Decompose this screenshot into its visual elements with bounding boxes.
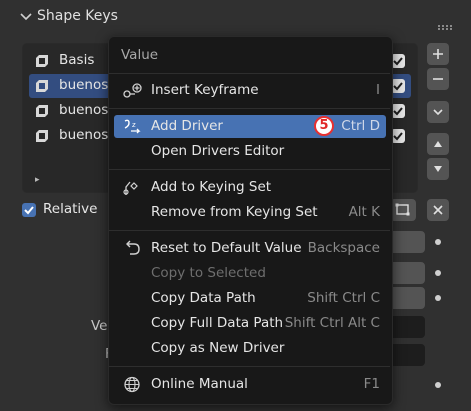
menu-item-shortcut: Alt K [348, 204, 380, 220]
menu-item-label: Remove from Keying Set [151, 204, 318, 220]
menu-item-label: Insert Keyframe [151, 82, 259, 98]
shape-key-icon [35, 104, 49, 118]
menu-item-copy-data-path[interactable]: Copy Data Path Shift Ctrl C [114, 287, 386, 310]
menu-item-label: Copy Data Path [151, 290, 256, 306]
menu-item-shortcut: F1 [363, 376, 380, 392]
menu-separator [109, 366, 390, 367]
shape-key-enabled-checkbox[interactable] [391, 129, 405, 143]
menu-item-label: Copy as New Driver [151, 340, 285, 356]
menu-separator [109, 169, 390, 170]
menu-item-shortcut: Shift Ctrl C [307, 290, 380, 306]
move-up-button[interactable] [427, 133, 449, 155]
menu-item-copy-full-data-path[interactable]: Copy Full Data Path Shift Ctrl Alt C [114, 312, 386, 335]
list-expand-toggle[interactable]: ▸ [35, 175, 40, 185]
reset-icon [122, 240, 142, 257]
menu-item-label: Open Drivers Editor [151, 143, 285, 159]
menu-item-remove-from-keying-set[interactable]: Remove from Keying Set Alt K [114, 201, 386, 224]
shape-key-enabled-checkbox[interactable] [391, 104, 405, 118]
globe-icon [122, 376, 142, 393]
keyframe-dot-icon[interactable] [435, 382, 441, 388]
menu-item-shortcut: I [376, 82, 380, 98]
shape-key-icon [35, 129, 49, 143]
menu-separator [109, 230, 390, 231]
chevron-down-icon [433, 109, 443, 116]
edit-mode-icon [395, 203, 410, 216]
shape-key-icon [35, 54, 49, 68]
menu-item-insert-keyframe[interactable]: Insert Keyframe I [114, 79, 386, 102]
menu-item-copy-as-new-driver[interactable]: Copy as New Driver [114, 337, 386, 360]
menu-item-label: Add to Keying Set [151, 179, 272, 195]
chevron-down-icon[interactable] [19, 10, 33, 24]
menu-separator [109, 73, 390, 74]
menu-separator [109, 108, 390, 109]
add-shape-key-button[interactable] [427, 43, 449, 65]
keyframe-dot-icon[interactable] [435, 239, 441, 245]
menu-item-add-to-keying-set[interactable]: Add to Keying Set [114, 176, 386, 199]
triangle-down-icon [434, 166, 442, 172]
panel-header[interactable]: Shape Keys [0, 0, 471, 36]
menu-item-shortcut: Backspace [307, 240, 380, 256]
keyframe-insert-icon [122, 82, 142, 99]
menu-item-online-manual[interactable]: Online Manual F1 [114, 373, 386, 396]
drag-grip-icon[interactable] [438, 15, 454, 31]
triangle-up-icon [434, 141, 442, 147]
move-down-button[interactable] [427, 158, 449, 180]
menu-item-add-driver[interactable]: z Add Driver 5 Ctrl D [114, 115, 386, 138]
menu-title: Value [121, 47, 159, 63]
menu-item-copy-to-selected: Copy to Selected [114, 262, 386, 285]
menu-item-reset-to-default[interactable]: Reset to Default Value Backspace [114, 237, 386, 260]
shape-key-enabled-checkbox[interactable] [391, 79, 405, 93]
panel-title: Shape Keys [37, 8, 118, 24]
close-icon [433, 205, 443, 215]
menu-item-shortcut: Shift Ctrl Alt C [284, 315, 380, 331]
vertex-group-label: Ve [91, 318, 108, 334]
menu-item-label: Copy to Selected [151, 265, 266, 281]
shape-key-icon [35, 79, 49, 93]
relative-checkbox[interactable] [22, 203, 36, 217]
shape-key-enabled-checkbox[interactable] [391, 54, 405, 68]
remove-shape-key-button[interactable] [427, 68, 449, 90]
minus-icon [433, 78, 443, 80]
driver-icon: z [122, 118, 142, 135]
menu-item-open-drivers-editor[interactable]: Open Drivers Editor [114, 140, 386, 163]
keyframe-dot-icon[interactable] [435, 270, 441, 276]
edit-mode-button[interactable] [390, 199, 416, 221]
specials-menu-button[interactable] [427, 101, 449, 123]
step-badge: 5 [314, 116, 334, 136]
clear-button[interactable] [427, 199, 449, 221]
menu-item-label: Online Manual [151, 376, 248, 392]
shape-key-name: Basis [59, 52, 95, 68]
svg-text:z: z [132, 121, 136, 129]
relative-label: Relative [43, 201, 98, 217]
keying-set-add-icon [122, 179, 142, 196]
plus-icon [433, 49, 443, 59]
context-menu: Value Insert Keyframe I z Add Driver 5 C… [108, 36, 393, 405]
keyframe-dot-icon[interactable] [435, 295, 441, 301]
menu-item-shortcut: Ctrl D [341, 118, 380, 134]
menu-item-label: Reset to Default Value [151, 240, 302, 256]
menu-item-label: Add Driver [151, 118, 223, 134]
menu-item-label: Copy Full Data Path [151, 315, 284, 331]
